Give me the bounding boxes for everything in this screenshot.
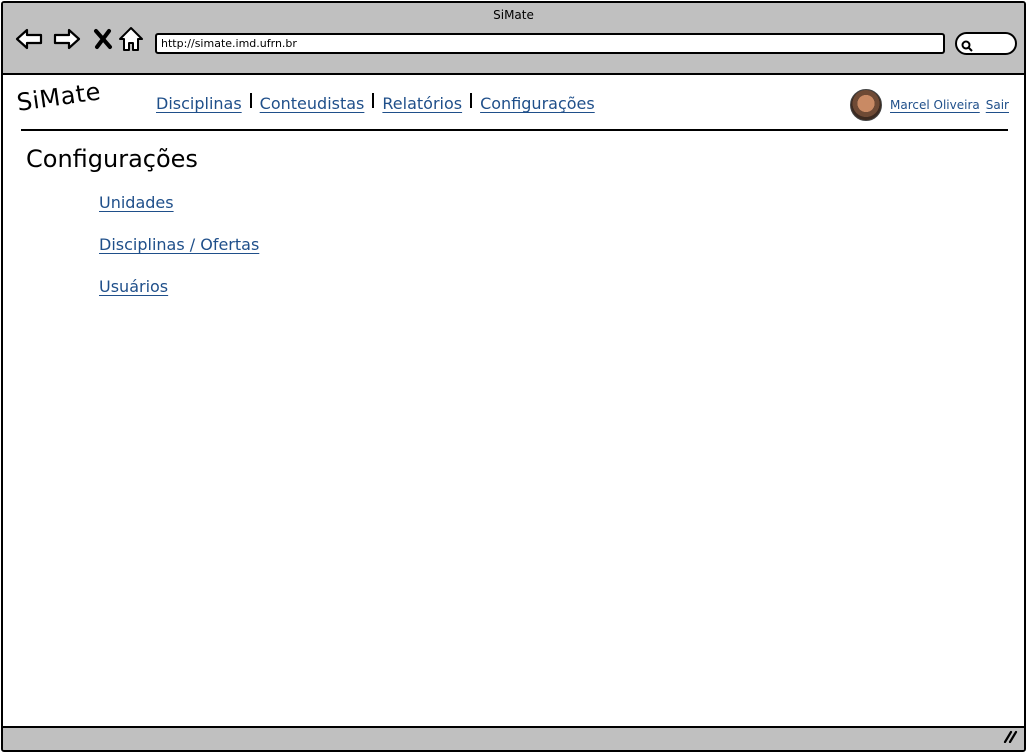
nav-relatorios[interactable]: Relatórios <box>382 94 462 113</box>
page-content: SiMate Disciplinas Conteudistas Relatóri… <box>3 75 1024 724</box>
logout-link[interactable]: Sair <box>986 98 1009 112</box>
nav-separator <box>470 93 473 108</box>
app-logo[interactable]: SiMate <box>15 77 103 116</box>
home-icon[interactable] <box>117 25 145 53</box>
browser-chrome: SiMate http://simate.imd.ufrn.br <box>3 3 1024 75</box>
link-usuarios[interactable]: Usuários <box>99 277 168 296</box>
browser-window: SiMate http://simate.imd.ufrn.br SiMate … <box>1 1 1026 752</box>
resize-grip-icon[interactable] <box>1002 728 1018 747</box>
list-item: Unidades <box>99 193 259 235</box>
status-bar <box>3 726 1024 750</box>
page-title: Configurações <box>26 145 198 173</box>
list-item: Usuários <box>99 277 259 319</box>
user-menu: Marcel Oliveira Sair <box>850 89 1009 121</box>
nav-separator <box>249 93 252 108</box>
header-divider <box>21 129 1008 131</box>
settings-links: Unidades Disciplinas / Ofertas Usuários <box>99 193 259 319</box>
main-nav: Disciplinas Conteudistas Relatórios Conf… <box>156 93 595 113</box>
list-item: Disciplinas / Ofertas <box>99 235 259 277</box>
back-arrow-icon[interactable] <box>15 25 43 53</box>
nav-conteudistas[interactable]: Conteudistas <box>260 94 365 113</box>
link-unidades[interactable]: Unidades <box>99 193 174 212</box>
forward-arrow-icon[interactable] <box>53 25 81 53</box>
nav-configuracoes[interactable]: Configurações <box>480 94 595 113</box>
address-bar[interactable]: http://simate.imd.ufrn.br <box>155 33 945 54</box>
search-icon <box>961 37 973 56</box>
browser-search-field[interactable] <box>955 32 1017 55</box>
close-x-icon[interactable] <box>89 25 117 53</box>
link-disciplinas-ofertas[interactable]: Disciplinas / Ofertas <box>99 235 259 254</box>
avatar[interactable] <box>850 89 883 121</box>
nav-disciplinas[interactable]: Disciplinas <box>156 94 242 113</box>
user-name-link[interactable]: Marcel Oliveira <box>890 98 980 112</box>
window-title: SiMate <box>493 8 534 22</box>
nav-separator <box>372 93 375 108</box>
